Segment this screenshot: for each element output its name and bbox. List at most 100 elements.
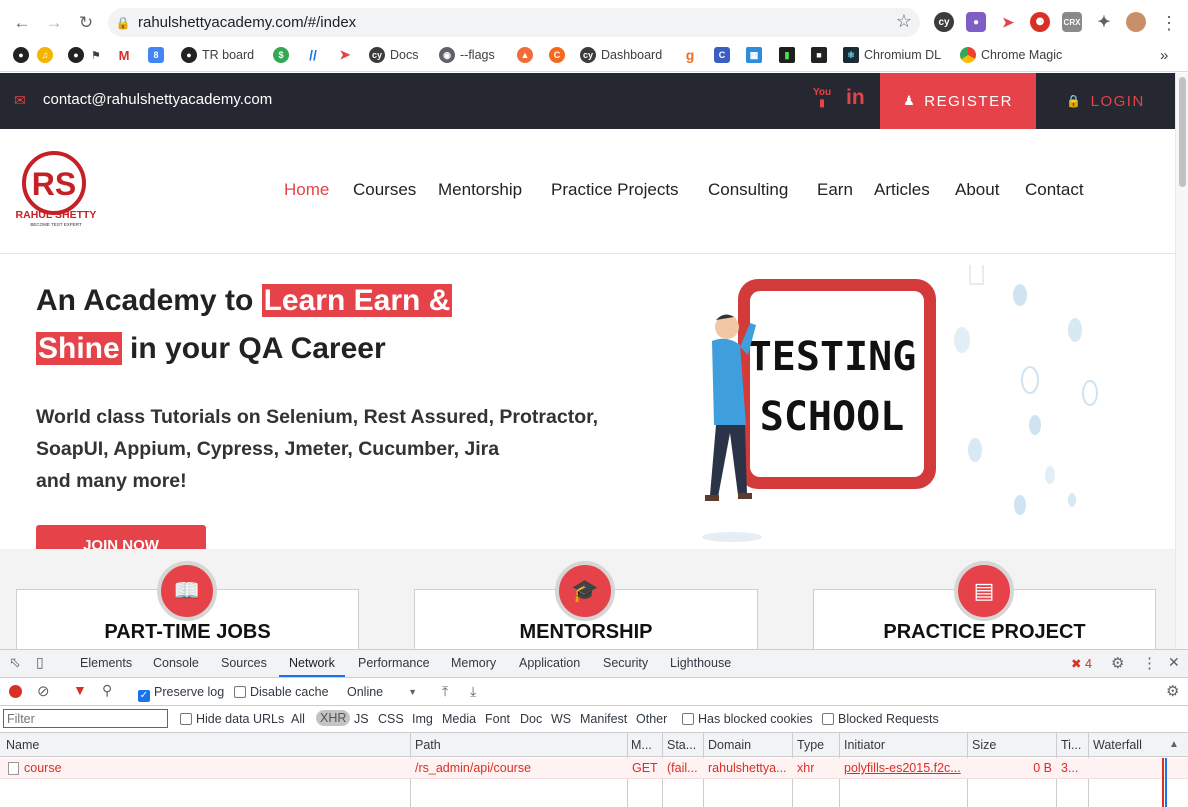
tab-performance[interactable]: Performance	[358, 656, 430, 670]
bookmark-slash[interactable]: //	[305, 46, 321, 64]
nav-home[interactable]: Home	[284, 180, 329, 200]
type-filter-xhr[interactable]: XHR	[316, 710, 351, 726]
hide-data-urls-checkbox[interactable]: Hide data URLs	[180, 712, 284, 726]
column-waterfall[interactable]: Waterfall	[1093, 738, 1142, 752]
has-blocked-cookies-checkbox[interactable]: Has blocked cookies	[682, 712, 813, 726]
filter-input[interactable]	[3, 709, 168, 728]
checkbox[interactable]	[180, 713, 192, 725]
bookmark-squares[interactable]: ▦	[746, 46, 762, 64]
search-icon[interactable]: ⚲	[102, 682, 112, 699]
nav-consulting[interactable]: Consulting	[708, 180, 788, 200]
bookmark-chromium-dl[interactable]: ⚛ Chromium DL	[843, 46, 941, 64]
bookmark-c[interactable]: C	[549, 46, 565, 64]
column-method[interactable]: M...	[631, 738, 652, 752]
checkbox-checked[interactable]: ✓	[138, 690, 150, 702]
page-scrollbar[interactable]	[1175, 73, 1188, 649]
column-path[interactable]: Path	[415, 738, 441, 752]
import-har-icon[interactable]: ⤒	[442, 683, 448, 700]
extension-icon[interactable]: ➤	[998, 12, 1018, 32]
tab-sources[interactable]: Sources	[221, 656, 267, 670]
linkedin-icon[interactable]: in	[846, 86, 865, 110]
menu-kebab-icon[interactable]: ⋮	[1156, 10, 1182, 36]
join-now-button[interactable]: JOIN NOW	[36, 525, 206, 549]
checkbox[interactable]	[682, 713, 694, 725]
nav-courses[interactable]: Courses	[353, 180, 416, 200]
column-domain[interactable]: Domain	[708, 738, 751, 752]
settings-gear-icon[interactable]: ⚙	[1111, 654, 1124, 672]
type-filter-all[interactable]: All	[291, 712, 305, 726]
bookmark-dashboard[interactable]: cy Dashboard	[580, 46, 662, 64]
bookmark-terminal[interactable]: ▮	[779, 46, 795, 64]
bookmark-flag[interactable]: ⚑	[91, 46, 101, 64]
nav-earn[interactable]: Earn	[817, 180, 853, 200]
reload-icon[interactable]: ↻	[73, 10, 99, 36]
column-status[interactable]: Sta...	[667, 738, 696, 752]
nav-about[interactable]: About	[955, 180, 999, 200]
puzzle-icon[interactable]: ✦	[1094, 12, 1114, 32]
more-options-icon[interactable]: ⋮	[1142, 654, 1157, 672]
tab-console[interactable]: Console	[153, 656, 199, 670]
extension-icon[interactable]: ●	[966, 12, 986, 32]
youtube-icon[interactable]: You ▮	[813, 87, 831, 109]
login-button[interactable]: 🔒 LOGIN	[1036, 73, 1175, 129]
column-initiator[interactable]: Initiator	[844, 738, 885, 752]
type-filter-media[interactable]: Media	[442, 712, 476, 726]
type-filter-ws[interactable]: WS	[551, 712, 571, 726]
tab-network[interactable]: Network	[289, 656, 335, 670]
nav-mentorship[interactable]: Mentorship	[438, 180, 522, 200]
preserve-log-checkbox[interactable]: ✓ Preserve log	[138, 685, 224, 702]
tab-security[interactable]: Security	[603, 656, 648, 670]
tab-lighthouse[interactable]: Lighthouse	[670, 656, 731, 670]
throttling-select[interactable]: Online ▼	[347, 685, 421, 699]
bookmark-github[interactable]: ●	[68, 46, 84, 64]
bookmark-bell[interactable]: ♫	[37, 46, 53, 64]
bookmark-tr-board[interactable]: ● TR board	[181, 46, 254, 64]
cypress-extension-icon[interactable]: cy	[934, 12, 954, 32]
bookmark-flags[interactable]: ◉ --flags	[439, 46, 495, 64]
forward-arrow-icon[interactable]: →	[41, 10, 67, 36]
type-filter-other[interactable]: Other	[636, 712, 667, 726]
tab-memory[interactable]: Memory	[451, 656, 496, 670]
filter-funnel-icon[interactable]: ▼	[73, 682, 87, 698]
crx-extension-icon[interactable]: CRX	[1062, 12, 1082, 32]
close-icon[interactable]: ✕	[1168, 654, 1180, 671]
error-count-badge[interactable]: ✖ 4	[1071, 656, 1092, 671]
bookmark-star-icon[interactable]: ☆	[896, 11, 912, 32]
url-text[interactable]: rahulshettyacademy.com/#/index	[138, 14, 356, 31]
back-arrow-icon[interactable]: ←	[9, 10, 35, 36]
inspect-element-icon[interactable]: ⬁	[9, 654, 21, 671]
extension-icon[interactable]: ⚈	[1030, 12, 1050, 32]
bookmark-arrow[interactable]: ➤	[337, 46, 353, 64]
checkbox[interactable]	[234, 686, 246, 698]
nav-practice-projects[interactable]: Practice Projects	[551, 180, 679, 200]
record-icon[interactable]	[9, 685, 22, 698]
type-filter-manifest[interactable]: Manifest	[580, 712, 627, 726]
bookmark-dollar[interactable]: $	[273, 46, 289, 64]
type-filter-doc[interactable]: Doc	[520, 712, 542, 726]
cell-initiator-link[interactable]: polyfills-es2015.f2c...	[844, 761, 964, 775]
device-toolbar-icon[interactable]: ▯	[36, 654, 44, 671]
bookmark-chrome-magic[interactable]: Chrome Magic	[960, 46, 1062, 64]
bookmark-c-blue[interactable]: C	[714, 46, 730, 64]
disable-cache-checkbox[interactable]: Disable cache	[234, 685, 329, 699]
sort-ascending-icon[interactable]: ▲	[1169, 739, 1179, 750]
network-settings-gear-icon[interactable]: ⚙	[1166, 682, 1179, 700]
type-filter-js[interactable]: JS	[354, 712, 369, 726]
blocked-requests-checkbox[interactable]: Blocked Requests	[822, 712, 939, 726]
clear-icon[interactable]: ⊘	[37, 682, 50, 700]
column-type[interactable]: Type	[797, 738, 824, 752]
nav-articles[interactable]: Articles	[874, 180, 930, 200]
type-filter-font[interactable]: Font	[485, 712, 510, 726]
avatar[interactable]	[1126, 12, 1146, 32]
bookmarks-overflow-chevron[interactable]: »	[1160, 46, 1168, 64]
nav-contact[interactable]: Contact	[1025, 180, 1084, 200]
column-time[interactable]: Ti...	[1061, 738, 1081, 752]
bookmark-gmail[interactable]: M	[116, 46, 132, 64]
tab-application[interactable]: Application	[519, 656, 580, 670]
scrollbar-thumb[interactable]	[1179, 77, 1186, 187]
bookmark-cube[interactable]: ■	[811, 46, 827, 64]
table-row[interactable]: course /rs_admin/api/course GET (fail...…	[0, 758, 1188, 779]
column-size[interactable]: Size	[972, 738, 996, 752]
checkbox[interactable]	[822, 713, 834, 725]
bookmark-g[interactable]: g	[682, 46, 698, 64]
